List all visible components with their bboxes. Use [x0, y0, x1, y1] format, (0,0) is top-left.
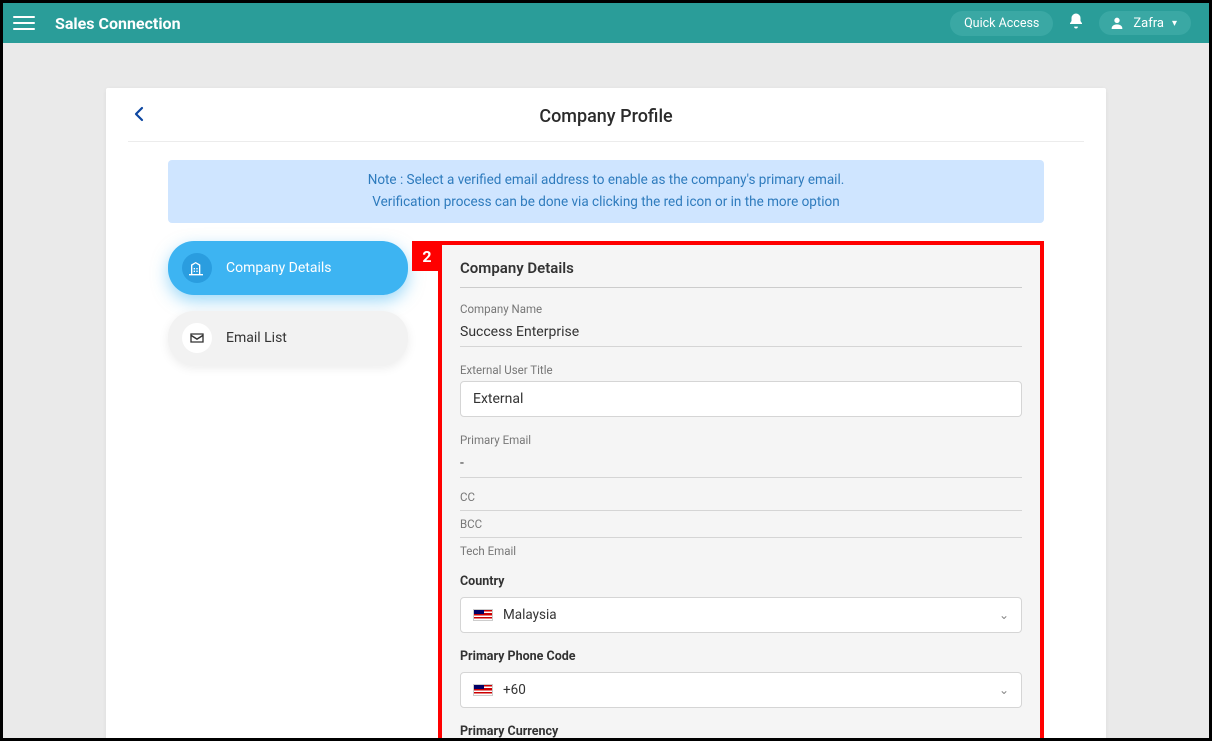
chevron-down-icon: ⌄ [999, 608, 1009, 622]
phone-code-dropdown[interactable]: +60 ⌄ [460, 672, 1022, 708]
cc-row[interactable]: CC [460, 484, 1022, 511]
sidebar-item-label: Company Details [226, 260, 332, 276]
currency-label: Primary Currency [460, 724, 1022, 738]
country-label: Country [460, 574, 1022, 589]
user-icon [1109, 15, 1125, 31]
top-bar: Sales Connection Quick Access Zafra ▾ [3, 3, 1209, 43]
company-name-label: Company Name [460, 302, 1022, 316]
flag-malaysia-icon [473, 684, 493, 696]
menu-hamburger-icon[interactable] [13, 12, 35, 34]
phone-code-label: Primary Phone Code [460, 649, 1022, 664]
user-menu[interactable]: Zafra ▾ [1099, 11, 1191, 35]
sidebar-item-label: Email List [226, 330, 287, 346]
company-details-panel: 2 Company Details Company Name Success E… [438, 241, 1044, 738]
brand-title: Sales Connection [55, 14, 181, 33]
quick-access-button[interactable]: Quick Access [950, 11, 1053, 36]
tech-email-row[interactable]: Tech Email [460, 538, 1022, 564]
user-name: Zafra [1133, 16, 1164, 31]
primary-email-label: Primary Email [460, 433, 1022, 447]
step-badge: 2 [412, 241, 442, 271]
card-header: Company Profile [128, 106, 1084, 142]
country-dropdown[interactable]: Malaysia ⌄ [460, 597, 1022, 633]
content-card: Company Profile Note : Select a verified… [106, 88, 1106, 738]
sidebar-item-email-list[interactable]: Email List [168, 311, 408, 365]
note-line-1: Note : Select a verified email address t… [180, 170, 1032, 192]
primary-email-value[interactable]: - [460, 451, 1022, 478]
mail-icon [182, 323, 212, 353]
building-icon [182, 253, 212, 283]
section-heading: Company Details [460, 259, 1022, 288]
note-line-2: Verification process can be done via cli… [180, 192, 1032, 214]
company-name-value[interactable]: Success Enterprise [460, 320, 1022, 347]
external-user-title-input[interactable] [460, 381, 1022, 417]
external-user-title-label: External User Title [460, 363, 1022, 377]
notifications-bell-icon[interactable] [1067, 12, 1085, 34]
phone-code-value: +60 [503, 682, 526, 698]
chevron-down-icon: ⌄ [999, 683, 1009, 697]
bcc-row[interactable]: BCC [460, 511, 1022, 538]
sidebar-item-company-details[interactable]: Company Details [168, 241, 408, 295]
page-title: Company Profile [128, 106, 1084, 127]
flag-malaysia-icon [473, 609, 493, 621]
country-value: Malaysia [503, 607, 557, 623]
back-arrow-icon[interactable] [134, 106, 144, 127]
note-banner: Note : Select a verified email address t… [168, 160, 1044, 223]
chevron-down-icon: ▾ [1172, 18, 1177, 29]
side-nav: Company Details Email List [168, 241, 408, 738]
page-body: Company Profile Note : Select a verified… [3, 43, 1209, 738]
